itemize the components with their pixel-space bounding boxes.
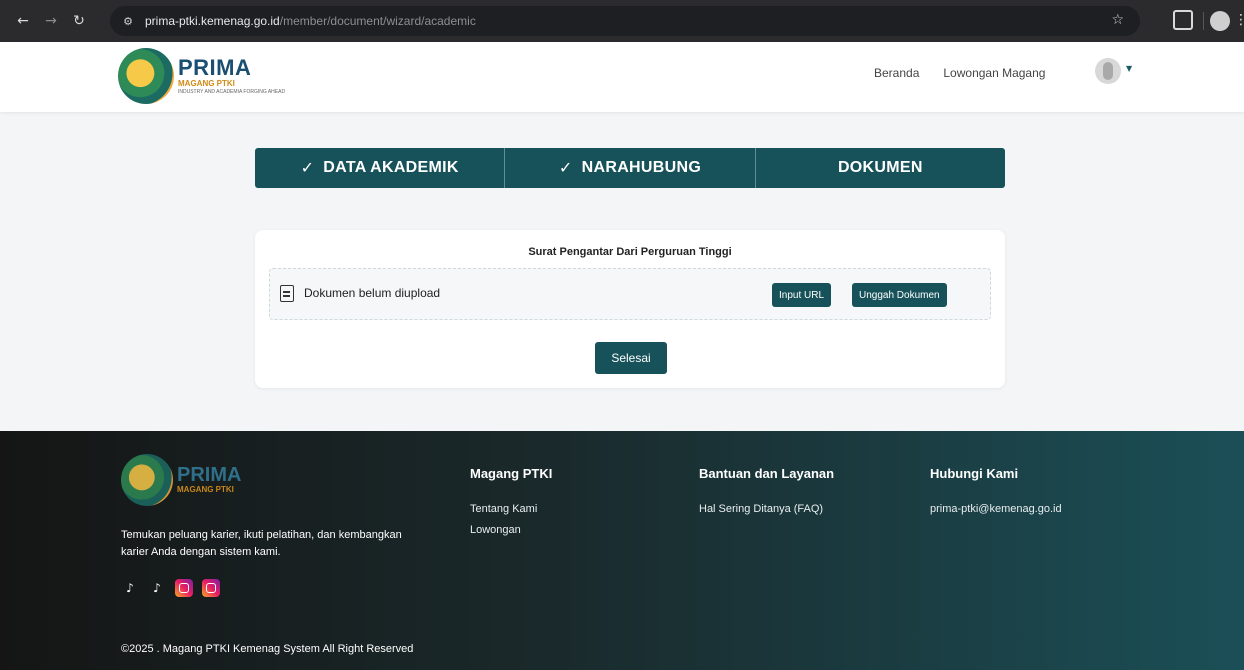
- footer-logo-emblem-icon: [121, 454, 173, 506]
- document-icon: [280, 285, 294, 302]
- document-row: Dokumen belum diupload Input URL Unggah …: [269, 268, 991, 320]
- footer-description: Temukan peluang karier, ikuti pelatihan,…: [121, 529, 402, 558]
- footer-link-tentang[interactable]: Tentang Kami: [470, 503, 552, 515]
- footer-logo[interactable]: PRIMA MAGANG PTKI: [121, 454, 241, 506]
- footer-link-lowongan[interactable]: Lowongan: [470, 524, 552, 536]
- footer-link-faq[interactable]: Hal Sering Ditanya (FAQ): [699, 503, 834, 515]
- step-data-akademik[interactable]: ✓ DATA AKADEMIK: [255, 148, 505, 188]
- instagram-icon[interactable]: [175, 579, 193, 597]
- forward-icon[interactable]: →: [40, 10, 62, 32]
- site-header: PRIMA MAGANG PTKI INDUSTRY AND ACADEMIA …: [0, 42, 1244, 112]
- address-bar[interactable]: ⚙ prima-ptki.kemenag.go.id/member/docume…: [110, 6, 1140, 36]
- url-host: prima-ptki.kemenag.go.id: [145, 14, 280, 28]
- site-info-icon[interactable]: ⚙: [119, 12, 137, 30]
- step-label: DOKUMEN: [837, 159, 923, 176]
- finish-button[interactable]: Selesai: [595, 342, 667, 374]
- nav-lowongan-link[interactable]: Lowongan Magang: [943, 66, 1045, 80]
- footer-logo-title: PRIMA: [177, 464, 242, 486]
- footer-logo-subtitle: MAGANG PTKI: [177, 485, 234, 494]
- url-text: prima-ptki.kemenag.go.id/member/document…: [145, 14, 476, 28]
- toolbar-divider: [1203, 12, 1204, 30]
- check-icon: ✓: [558, 160, 573, 177]
- card-title: Surat Pengantar Dari Perguruan Tinggi: [528, 246, 732, 258]
- browser-toolbar: ← → ↻ ⚙ prima-ptki.kemenag.go.id/member/…: [0, 0, 1244, 42]
- browser-profile-icon[interactable]: [1210, 11, 1230, 31]
- reload-icon[interactable]: ↻: [68, 10, 90, 32]
- logo-emblem-icon: [118, 48, 174, 104]
- site-footer: PRIMA MAGANG PTKI Temukan peluang karier…: [0, 431, 1244, 670]
- browser-menu-icon[interactable]: ⋮: [1234, 12, 1244, 28]
- check-icon: ✓: [300, 160, 315, 177]
- instagram-icon[interactable]: [202, 579, 220, 597]
- footer-col-magang: Magang PTKI Tentang Kami Lowongan: [470, 466, 552, 545]
- user-avatar[interactable]: [1095, 58, 1121, 84]
- document-card: Surat Pengantar Dari Perguruan Tinggi Do…: [255, 230, 1005, 388]
- logo-text: PRIMA MAGANG PTKI INDUSTRY AND ACADEMIA …: [178, 54, 286, 96]
- input-url-button[interactable]: Input URL: [772, 283, 832, 307]
- bookmark-star-icon[interactable]: ☆: [1111, 12, 1124, 28]
- footer-link-email[interactable]: prima-ptki@kemenag.go.id: [930, 503, 1062, 515]
- step-label: NARAHUBUNG: [581, 159, 702, 176]
- tiktok-icon[interactable]: ♪: [148, 579, 166, 597]
- back-icon[interactable]: ←: [12, 10, 34, 32]
- social-links: ♪ ♪: [121, 579, 229, 597]
- step-narahubung[interactable]: ✓ NARAHUBUNG: [504, 148, 755, 188]
- footer-col-title: Bantuan dan Layanan: [699, 466, 835, 481]
- nav-beranda-link[interactable]: Beranda: [874, 66, 919, 80]
- logo-tagline: INDUSTRY AND ACADEMIA FORGING AHEAD: [178, 88, 286, 95]
- document-status: Dokumen belum diupload: [304, 286, 441, 300]
- upload-document-button[interactable]: Unggah Dokumen: [852, 283, 947, 307]
- url-path: /member/document/wizard/academic: [279, 14, 476, 28]
- tiktok-icon[interactable]: ♪: [121, 579, 139, 597]
- logo-subtitle: MAGANG PTKI: [178, 78, 235, 88]
- footer-col-title: Magang PTKI: [470, 466, 553, 481]
- extensions-icon[interactable]: [1173, 10, 1193, 30]
- step-label: DATA AKADEMIK: [323, 159, 459, 176]
- footer-col-title: Hubungi Kami: [930, 466, 1019, 481]
- wizard-steps: ✓ DATA AKADEMIK ✓ NARAHUBUNG DOKUMEN: [255, 148, 1005, 188]
- footer-logo-text: PRIMA MAGANG PTKI: [177, 465, 241, 495]
- step-dokumen[interactable]: DOKUMEN: [754, 148, 1005, 188]
- logo-title: PRIMA: [178, 54, 252, 80]
- site-logo[interactable]: PRIMA MAGANG PTKI INDUSTRY AND ACADEMIA …: [118, 48, 285, 104]
- copyright-text: ©2025 . Magang PTKI Kemenag System All R…: [121, 643, 414, 655]
- main-nav: Beranda Lowongan Magang: [874, 66, 1045, 80]
- footer-col-kontak: Hubungi Kami prima-ptki@kemenag.go.id: [930, 466, 1062, 524]
- footer-col-bantuan: Bantuan dan Layanan Hal Sering Ditanya (…: [699, 466, 834, 524]
- chevron-down-icon[interactable]: ▼: [1126, 64, 1132, 73]
